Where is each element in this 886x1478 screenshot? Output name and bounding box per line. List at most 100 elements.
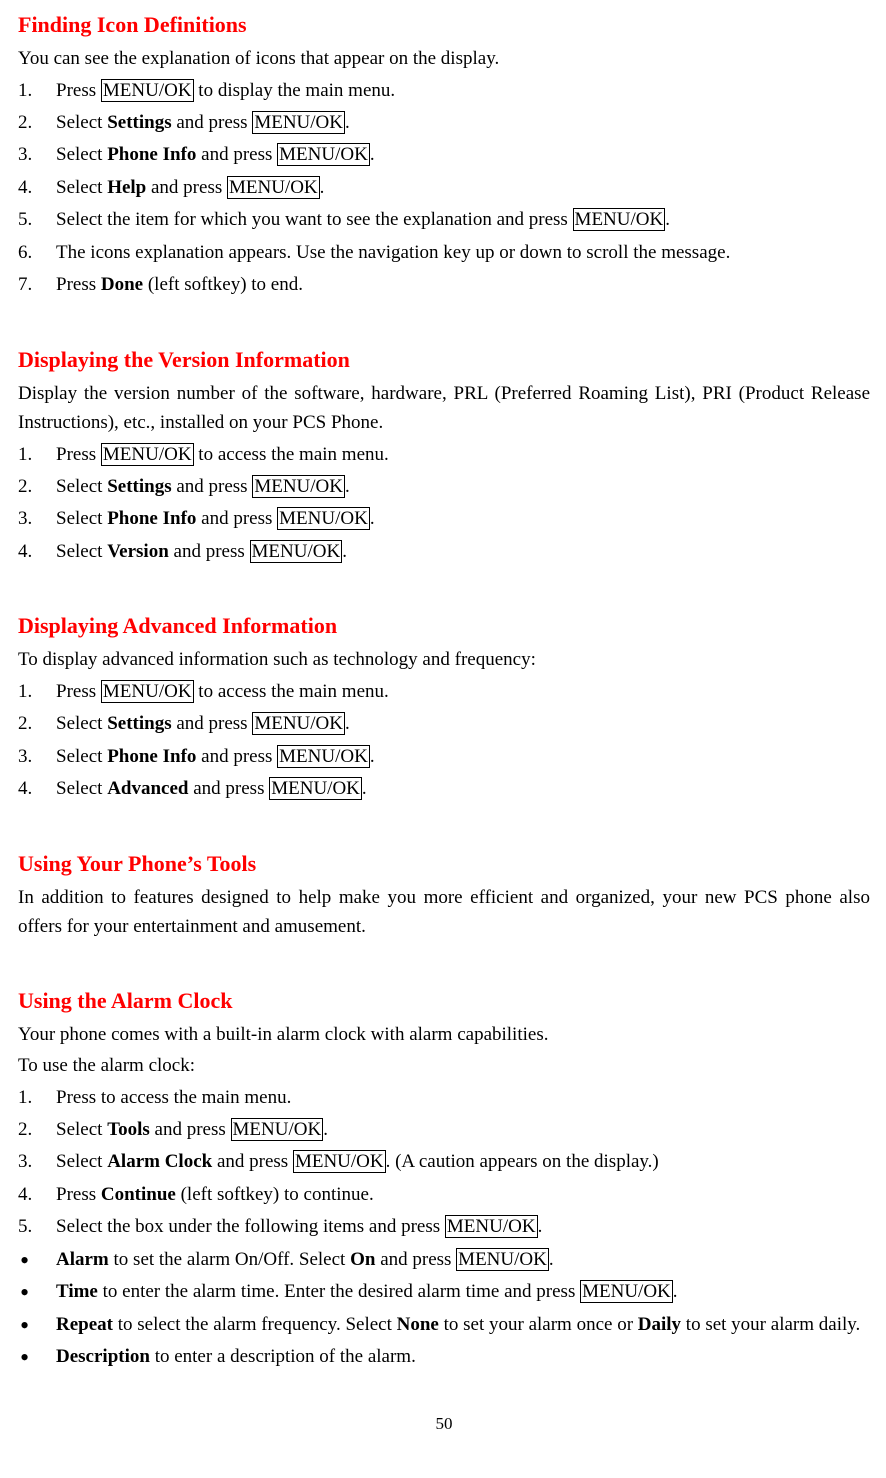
- step-item: Select Help and press MENU/OK.: [18, 173, 870, 202]
- bold-on: On: [350, 1249, 375, 1270]
- bold-done: Done: [101, 274, 143, 295]
- page-number: 50: [18, 1411, 870, 1437]
- heading-phone-tools: Using Your Phone’s Tools: [18, 847, 870, 881]
- bullet-item: Alarm to set the alarm On/Off. Select On…: [18, 1245, 870, 1274]
- text: Select: [56, 541, 107, 562]
- text: and press: [375, 1249, 456, 1270]
- text: and press: [196, 508, 277, 529]
- bold-settings: Settings: [107, 476, 171, 497]
- bold-help: Help: [107, 177, 146, 198]
- bullet-item: Repeat to select the alarm frequency. Se…: [18, 1310, 870, 1339]
- menu-ok-key: MENU/OK: [456, 1248, 549, 1271]
- menu-ok-key: MENU/OK: [293, 1150, 386, 1173]
- text: Select: [56, 144, 107, 165]
- bold-settings: Settings: [107, 713, 171, 734]
- step-item: Select the box under the following items…: [18, 1212, 870, 1241]
- bold-advanced: Advanced: [107, 778, 188, 799]
- text: Select: [56, 1119, 107, 1140]
- text: Select: [56, 778, 107, 799]
- text: The icons explanation appears. Use the n…: [56, 242, 730, 263]
- step-item: Press Done (left softkey) to end.: [18, 270, 870, 299]
- text: . (A caution appears on the display.): [386, 1151, 659, 1172]
- text: and press: [172, 476, 253, 497]
- bullet-item: Description to enter a description of th…: [18, 1342, 870, 1371]
- bold-settings: Settings: [107, 112, 171, 133]
- text: and press: [172, 112, 253, 133]
- text: and press: [196, 144, 277, 165]
- steps-list: Press MENU/OK to access the main menu. S…: [18, 440, 870, 567]
- menu-ok-key: MENU/OK: [250, 540, 343, 563]
- menu-ok-key: MENU/OK: [252, 475, 345, 498]
- text: Select: [56, 112, 107, 133]
- text: Select the box under the following items…: [56, 1216, 445, 1237]
- text: Press: [56, 80, 101, 101]
- menu-ok-key: MENU/OK: [573, 208, 666, 231]
- text: to set your alarm once or: [439, 1314, 638, 1335]
- steps-list: Press to access the main menu. Select To…: [18, 1083, 870, 1242]
- step-item: Select Settings and press MENU/OK.: [18, 709, 870, 738]
- paragraph: In addition to features designed to help…: [18, 883, 870, 942]
- text: Select the item for which you want to se…: [56, 209, 573, 230]
- text: Press: [56, 444, 101, 465]
- text: to select the alarm frequency. Select: [113, 1314, 397, 1335]
- heading-version-information: Displaying the Version Information: [18, 343, 870, 377]
- bold-tools: Tools: [107, 1119, 150, 1140]
- heading-advanced-information: Displaying Advanced Information: [18, 609, 870, 643]
- text: (left softkey) to continue.: [176, 1184, 374, 1205]
- step-item: Press MENU/OK to access the main menu.: [18, 440, 870, 469]
- step-item: Select Phone Info and press MENU/OK.: [18, 140, 870, 169]
- text: and press: [196, 746, 277, 767]
- step-item: Press Continue (left softkey) to continu…: [18, 1180, 870, 1209]
- menu-ok-key: MENU/OK: [101, 443, 194, 466]
- step-item: Select Tools and press MENU/OK.: [18, 1115, 870, 1144]
- step-item: Select Advanced and press MENU/OK.: [18, 774, 870, 803]
- text: (left softkey) to end.: [143, 274, 303, 295]
- heading-finding-icon-definitions: Finding Icon Definitions: [18, 8, 870, 42]
- text: and press: [172, 713, 253, 734]
- text: Press: [56, 681, 101, 702]
- menu-ok-key: MENU/OK: [227, 176, 320, 199]
- menu-ok-key: MENU/OK: [277, 507, 370, 530]
- text: Select: [56, 508, 107, 529]
- bold-alarm-clock: Alarm Clock: [107, 1151, 212, 1172]
- bold-version: Version: [107, 541, 169, 562]
- menu-ok-key: MENU/OK: [580, 1280, 673, 1303]
- text: and press: [169, 541, 250, 562]
- text: to display the main menu.: [194, 80, 396, 101]
- text: to enter a description of the alarm.: [150, 1346, 416, 1367]
- step-item: Select Phone Info and press MENU/OK.: [18, 742, 870, 771]
- bold-repeat: Repeat: [56, 1314, 113, 1335]
- steps-list: Press MENU/OK to access the main menu. S…: [18, 677, 870, 804]
- menu-ok-key: MENU/OK: [269, 777, 362, 800]
- text: to set the alarm On/Off. Select: [109, 1249, 350, 1270]
- step-item: Select Phone Info and press MENU/OK.: [18, 504, 870, 533]
- menu-ok-key: MENU/OK: [231, 1118, 324, 1141]
- menu-ok-key: MENU/OK: [445, 1215, 538, 1238]
- text: Select: [56, 476, 107, 497]
- text: to set your alarm daily.: [681, 1314, 860, 1335]
- text: and press: [146, 177, 227, 198]
- text: and press: [188, 778, 269, 799]
- bullet-item: Time to enter the alarm time. Enter the …: [18, 1277, 870, 1306]
- menu-ok-key: MENU/OK: [277, 745, 370, 768]
- text: to enter the alarm time. Enter the desir…: [98, 1281, 580, 1302]
- text: to access the main menu.: [194, 681, 389, 702]
- menu-ok-key: MENU/OK: [277, 143, 370, 166]
- text: and press: [212, 1151, 293, 1172]
- text: Press: [56, 274, 101, 295]
- bold-alarm: Alarm: [56, 1249, 109, 1270]
- step-item: Select Alarm Clock and press MENU/OK. (A…: [18, 1147, 870, 1176]
- paragraph: Your phone comes with a built-in alarm c…: [18, 1020, 870, 1049]
- menu-ok-key: MENU/OK: [252, 712, 345, 735]
- step-item: Select the item for which you want to se…: [18, 205, 870, 234]
- menu-ok-key: MENU/OK: [101, 79, 194, 102]
- menu-ok-key: MENU/OK: [101, 680, 194, 703]
- bold-daily: Daily: [638, 1314, 681, 1335]
- step-item: Select Settings and press MENU/OK.: [18, 472, 870, 501]
- step-item: Press MENU/OK to display the main menu.: [18, 76, 870, 105]
- bold-time: Time: [56, 1281, 98, 1302]
- steps-list: Press MENU/OK to display the main menu. …: [18, 76, 870, 300]
- bold-phone-info: Phone Info: [107, 746, 196, 767]
- text: to access the main menu.: [194, 444, 389, 465]
- text: Select: [56, 177, 107, 198]
